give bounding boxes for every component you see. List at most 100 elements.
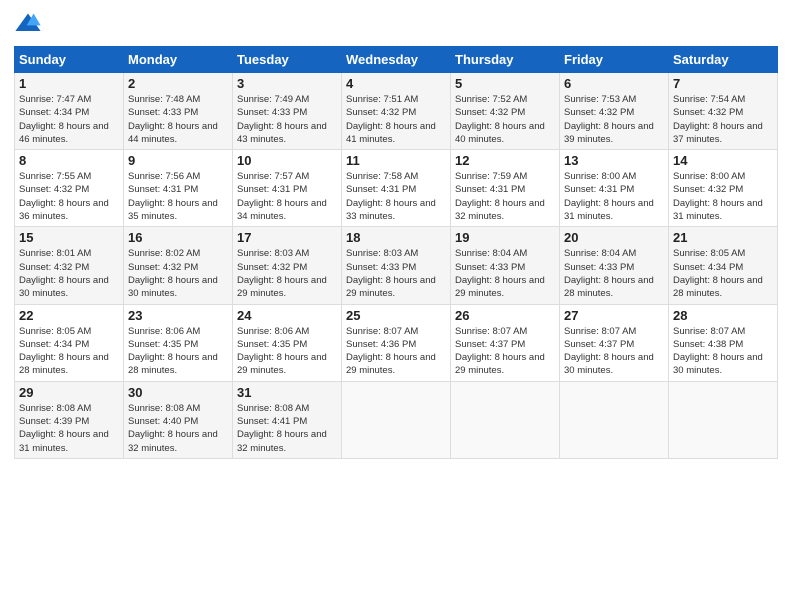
day-number: 28 — [673, 308, 773, 323]
day-info: Sunrise: 7:57 AM Sunset: 4:31 PM Dayligh… — [237, 170, 337, 223]
calendar-week-row: 22 Sunrise: 8:05 AM Sunset: 4:34 PM Dayl… — [15, 304, 778, 381]
sunrise-label: Sunrise: 8:08 AM — [128, 403, 200, 414]
day-info: Sunrise: 7:53 AM Sunset: 4:32 PM Dayligh… — [564, 93, 664, 146]
daylight-label: Daylight: 8 hours and 32 minutes. — [455, 198, 545, 222]
day-info: Sunrise: 8:06 AM Sunset: 4:35 PM Dayligh… — [128, 325, 228, 378]
daylight-label: Daylight: 8 hours and 29 minutes. — [346, 352, 436, 376]
day-number: 2 — [128, 76, 228, 91]
day-number: 3 — [237, 76, 337, 91]
day-info: Sunrise: 8:08 AM Sunset: 4:39 PM Dayligh… — [19, 402, 119, 455]
daylight-label: Daylight: 8 hours and 34 minutes. — [237, 198, 327, 222]
day-info: Sunrise: 8:04 AM Sunset: 4:33 PM Dayligh… — [564, 247, 664, 300]
sunrise-label: Sunrise: 8:06 AM — [128, 326, 200, 337]
calendar-cell: 6 Sunrise: 7:53 AM Sunset: 4:32 PM Dayli… — [560, 73, 669, 150]
calendar-week-row: 29 Sunrise: 8:08 AM Sunset: 4:39 PM Dayl… — [15, 381, 778, 458]
sunrise-label: Sunrise: 8:03 AM — [237, 248, 309, 259]
calendar-cell: 12 Sunrise: 7:59 AM Sunset: 4:31 PM Dayl… — [451, 150, 560, 227]
calendar-cell: 17 Sunrise: 8:03 AM Sunset: 4:32 PM Dayl… — [233, 227, 342, 304]
calendar-cell: 2 Sunrise: 7:48 AM Sunset: 4:33 PM Dayli… — [124, 73, 233, 150]
calendar-cell: 27 Sunrise: 8:07 AM Sunset: 4:37 PM Dayl… — [560, 304, 669, 381]
daylight-label: Daylight: 8 hours and 29 minutes. — [455, 352, 545, 376]
calendar-week-row: 1 Sunrise: 7:47 AM Sunset: 4:34 PM Dayli… — [15, 73, 778, 150]
day-number: 7 — [673, 76, 773, 91]
daylight-label: Daylight: 8 hours and 29 minutes. — [237, 352, 327, 376]
calendar-cell: 3 Sunrise: 7:49 AM Sunset: 4:33 PM Dayli… — [233, 73, 342, 150]
daylight-label: Daylight: 8 hours and 29 minutes. — [237, 275, 327, 299]
day-info: Sunrise: 7:56 AM Sunset: 4:31 PM Dayligh… — [128, 170, 228, 223]
sunset-label: Sunset: 4:33 PM — [564, 262, 634, 273]
daylight-label: Daylight: 8 hours and 46 minutes. — [19, 121, 109, 145]
day-header: Friday — [560, 47, 669, 73]
sunset-label: Sunset: 4:38 PM — [673, 339, 743, 350]
sunset-label: Sunset: 4:39 PM — [19, 416, 89, 427]
day-info: Sunrise: 8:08 AM Sunset: 4:40 PM Dayligh… — [128, 402, 228, 455]
calendar-cell: 26 Sunrise: 8:07 AM Sunset: 4:37 PM Dayl… — [451, 304, 560, 381]
day-number: 12 — [455, 153, 555, 168]
daylight-label: Daylight: 8 hours and 35 minutes. — [128, 198, 218, 222]
sunrise-label: Sunrise: 8:00 AM — [564, 171, 636, 182]
logo-icon — [14, 10, 42, 38]
day-header: Saturday — [669, 47, 778, 73]
daylight-label: Daylight: 8 hours and 28 minutes. — [128, 352, 218, 376]
sunset-label: Sunset: 4:32 PM — [237, 262, 307, 273]
sunset-label: Sunset: 4:35 PM — [237, 339, 307, 350]
day-number: 30 — [128, 385, 228, 400]
calendar-cell: 19 Sunrise: 8:04 AM Sunset: 4:33 PM Dayl… — [451, 227, 560, 304]
daylight-label: Daylight: 8 hours and 30 minutes. — [128, 275, 218, 299]
calendar-cell: 1 Sunrise: 7:47 AM Sunset: 4:34 PM Dayli… — [15, 73, 124, 150]
day-number: 1 — [19, 76, 119, 91]
calendar-cell: 31 Sunrise: 8:08 AM Sunset: 4:41 PM Dayl… — [233, 381, 342, 458]
daylight-label: Daylight: 8 hours and 41 minutes. — [346, 121, 436, 145]
sunset-label: Sunset: 4:31 PM — [128, 184, 198, 195]
calendar-body: 1 Sunrise: 7:47 AM Sunset: 4:34 PM Dayli… — [15, 73, 778, 459]
sunset-label: Sunset: 4:32 PM — [19, 262, 89, 273]
daylight-label: Daylight: 8 hours and 30 minutes. — [673, 352, 763, 376]
sunrise-label: Sunrise: 8:05 AM — [673, 248, 745, 259]
sunrise-label: Sunrise: 8:04 AM — [564, 248, 636, 259]
sunrise-label: Sunrise: 7:48 AM — [128, 94, 200, 105]
day-number: 24 — [237, 308, 337, 323]
calendar-cell: 4 Sunrise: 7:51 AM Sunset: 4:32 PM Dayli… — [342, 73, 451, 150]
daylight-label: Daylight: 8 hours and 36 minutes. — [19, 198, 109, 222]
calendar-cell: 18 Sunrise: 8:03 AM Sunset: 4:33 PM Dayl… — [342, 227, 451, 304]
day-info: Sunrise: 7:52 AM Sunset: 4:32 PM Dayligh… — [455, 93, 555, 146]
sunset-label: Sunset: 4:34 PM — [673, 262, 743, 273]
daylight-label: Daylight: 8 hours and 31 minutes. — [673, 198, 763, 222]
day-number: 6 — [564, 76, 664, 91]
daylight-label: Daylight: 8 hours and 31 minutes. — [564, 198, 654, 222]
sunrise-label: Sunrise: 7:56 AM — [128, 171, 200, 182]
day-info: Sunrise: 8:02 AM Sunset: 4:32 PM Dayligh… — [128, 247, 228, 300]
sunset-label: Sunset: 4:37 PM — [564, 339, 634, 350]
calendar-cell — [451, 381, 560, 458]
daylight-label: Daylight: 8 hours and 30 minutes. — [564, 352, 654, 376]
day-info: Sunrise: 8:04 AM Sunset: 4:33 PM Dayligh… — [455, 247, 555, 300]
sunset-label: Sunset: 4:31 PM — [455, 184, 525, 195]
calendar-week-row: 8 Sunrise: 7:55 AM Sunset: 4:32 PM Dayli… — [15, 150, 778, 227]
sunrise-label: Sunrise: 8:04 AM — [455, 248, 527, 259]
calendar-cell — [342, 381, 451, 458]
sunrise-label: Sunrise: 8:01 AM — [19, 248, 91, 259]
day-number: 22 — [19, 308, 119, 323]
sunset-label: Sunset: 4:31 PM — [237, 184, 307, 195]
calendar-cell: 30 Sunrise: 8:08 AM Sunset: 4:40 PM Dayl… — [124, 381, 233, 458]
day-info: Sunrise: 8:00 AM Sunset: 4:32 PM Dayligh… — [673, 170, 773, 223]
sunrise-label: Sunrise: 8:05 AM — [19, 326, 91, 337]
sunset-label: Sunset: 4:32 PM — [564, 107, 634, 118]
daylight-label: Daylight: 8 hours and 43 minutes. — [237, 121, 327, 145]
sunrise-label: Sunrise: 7:57 AM — [237, 171, 309, 182]
calendar-cell — [560, 381, 669, 458]
day-info: Sunrise: 7:47 AM Sunset: 4:34 PM Dayligh… — [19, 93, 119, 146]
sunrise-label: Sunrise: 8:07 AM — [564, 326, 636, 337]
day-info: Sunrise: 8:07 AM Sunset: 4:38 PM Dayligh… — [673, 325, 773, 378]
day-number: 23 — [128, 308, 228, 323]
sunrise-label: Sunrise: 7:47 AM — [19, 94, 91, 105]
calendar-cell: 23 Sunrise: 8:06 AM Sunset: 4:35 PM Dayl… — [124, 304, 233, 381]
sunset-label: Sunset: 4:33 PM — [346, 262, 416, 273]
sunset-label: Sunset: 4:41 PM — [237, 416, 307, 427]
calendar-cell: 5 Sunrise: 7:52 AM Sunset: 4:32 PM Dayli… — [451, 73, 560, 150]
calendar-cell: 9 Sunrise: 7:56 AM Sunset: 4:31 PM Dayli… — [124, 150, 233, 227]
day-info: Sunrise: 8:05 AM Sunset: 4:34 PM Dayligh… — [673, 247, 773, 300]
day-info: Sunrise: 8:06 AM Sunset: 4:35 PM Dayligh… — [237, 325, 337, 378]
day-number: 11 — [346, 153, 446, 168]
daylight-label: Daylight: 8 hours and 28 minutes. — [673, 275, 763, 299]
